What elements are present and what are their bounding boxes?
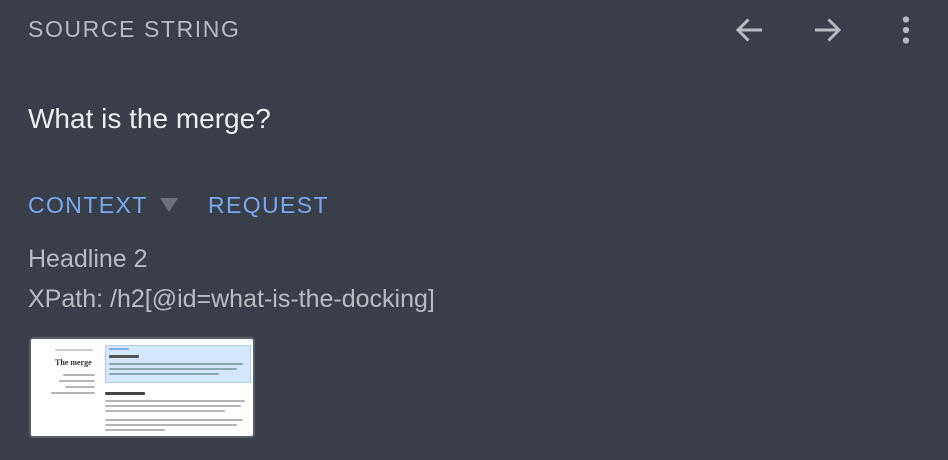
- previous-button[interactable]: [728, 8, 772, 52]
- arrow-right-icon: [815, 18, 842, 42]
- more-vertical-icon: [902, 16, 910, 44]
- tab-context[interactable]: CONTEXT: [28, 192, 148, 219]
- screenshot-page-title: The merge: [55, 358, 92, 367]
- more-options-button[interactable]: [884, 8, 928, 52]
- context-xpath: XPath: /h2[@id=what-is-the-docking]: [28, 285, 435, 313]
- next-button[interactable]: [805, 8, 849, 52]
- caret-down-icon[interactable]: [160, 198, 178, 212]
- arrow-left-icon: [735, 18, 762, 42]
- source-string-text: What is the merge?: [28, 103, 271, 134]
- context-headline: Headline 2: [28, 245, 148, 273]
- context-screenshot-thumbnail[interactable]: The merge: [29, 337, 255, 438]
- source-string-panel: SOURCE STRING What is the merge? CONTEXT…: [0, 0, 948, 460]
- tab-request[interactable]: REQUEST: [208, 192, 329, 219]
- panel-title: SOURCE STRING: [28, 16, 241, 42]
- screenshot-preview: The merge: [35, 343, 251, 432]
